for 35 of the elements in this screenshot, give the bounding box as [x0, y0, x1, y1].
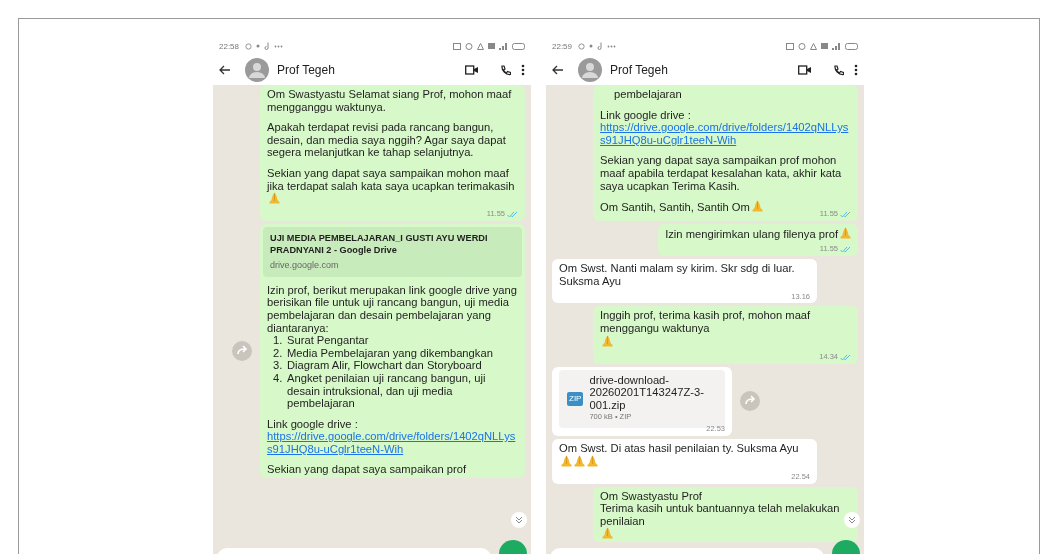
- message-text: Izin prof, berikut merupakan link google drive yang berisikan file untuk uji rancang bangun, uji media pembelajaran dan desain pembelajaran yang diantaranya:: [267, 283, 518, 335]
- list-number: 3.: [273, 359, 283, 372]
- message-text: Sekian yang dapat saya sampaikan prof mohon maaf apabila terdapat kesalahan kata, akhir kata saya ucapkan Terima Kasih.: [600, 154, 843, 193]
- message-text: Izin mengirimkan ulang filenya prof: [665, 227, 838, 241]
- contact-name[interactable]: Prof Tegeh: [277, 63, 455, 77]
- drive-link[interactable]: https://drive.google.com/drive/folders/1402qNLLyss91JHQ8u-uCglr1teeN-Wih: [600, 121, 851, 147]
- message-text: Inggih prof, terima kasih prof, mohon maaf menggangu waktunya: [600, 309, 812, 335]
- link-preview[interactable]: UJI MEDIA PEMBELAJARAN_I GUSTI AYU WERDI PRADNYANI 2 - Google Drive drive.google.com: [263, 227, 522, 277]
- message-text: Om Swst. Nanti malam sy kirim. Skr sdg di luar. Suksma Ayu: [559, 262, 796, 288]
- message-text: Om Swst. Di atas hasil penilaian ty. Suksma Ayu: [559, 441, 799, 455]
- status-time: 22:58: [219, 41, 240, 51]
- message-text: Sekian yang dapat saya sampaikan mohon maaf jika terdapat salah kata saya ucapkan terimakasih: [267, 166, 516, 193]
- message-text: Om Swastyastu Selamat siang Prof, mohon maaf mengganggu waktunya.: [267, 88, 513, 114]
- file-type-icon: ZIP: [567, 391, 584, 406]
- list-number: 4.: [273, 371, 283, 386]
- drive-link[interactable]: https://drive.google.com/drive/folders/1402qNLLyss91JHQ8u-uCglr1teeN-Wih: [267, 430, 518, 456]
- message-text: Terima kasih untuk bantuannya telah melakukan penilaian: [600, 502, 841, 528]
- message-text: Apakah terdapat revisi pada rancang bangun, desain, dan media saya nggih? Agar saya dapat segera melanjutkan ke tahap selanjutnya.: [267, 121, 507, 159]
- message-text: Om Swastyastu Prof: [600, 489, 702, 503]
- list-item-text: Angket penilaian uji rancang bangun, uji desain intruksional, dan uji media pembelajaran: [287, 371, 487, 410]
- message-text: pembelajaran: [614, 88, 682, 101]
- contact-name[interactable]: Prof Tegeh: [610, 63, 788, 77]
- message-text: Link google drive :: [267, 417, 358, 431]
- message-text: Sekian yang dapat saya sampaikan prof: [267, 463, 466, 477]
- status-time: 22:59: [552, 41, 573, 51]
- message-text: Link google drive :: [600, 108, 691, 122]
- preview-domain: drive.google.com: [270, 259, 340, 272]
- file-name: drive-download-20260201T143247Z-3-001.zip: [589, 373, 705, 412]
- list-number: 2.: [273, 346, 283, 360]
- list-item-text: Diagram Alir, Flowchart dan Storyboard: [287, 359, 482, 372]
- message-text: Om Santih, Santih, Santih Om: [600, 200, 750, 214]
- list-item-text: Surat Pengantar: [287, 334, 369, 347]
- preview-title: UJI MEDIA PEMBELAJARAN_I GUSTI AYU WERDI PRADNYANI 2 - Google Drive: [270, 232, 489, 257]
- list-item-text: Media Pembelajaran yang dikembangkan: [287, 346, 493, 360]
- list-number: 1.: [273, 334, 283, 347]
